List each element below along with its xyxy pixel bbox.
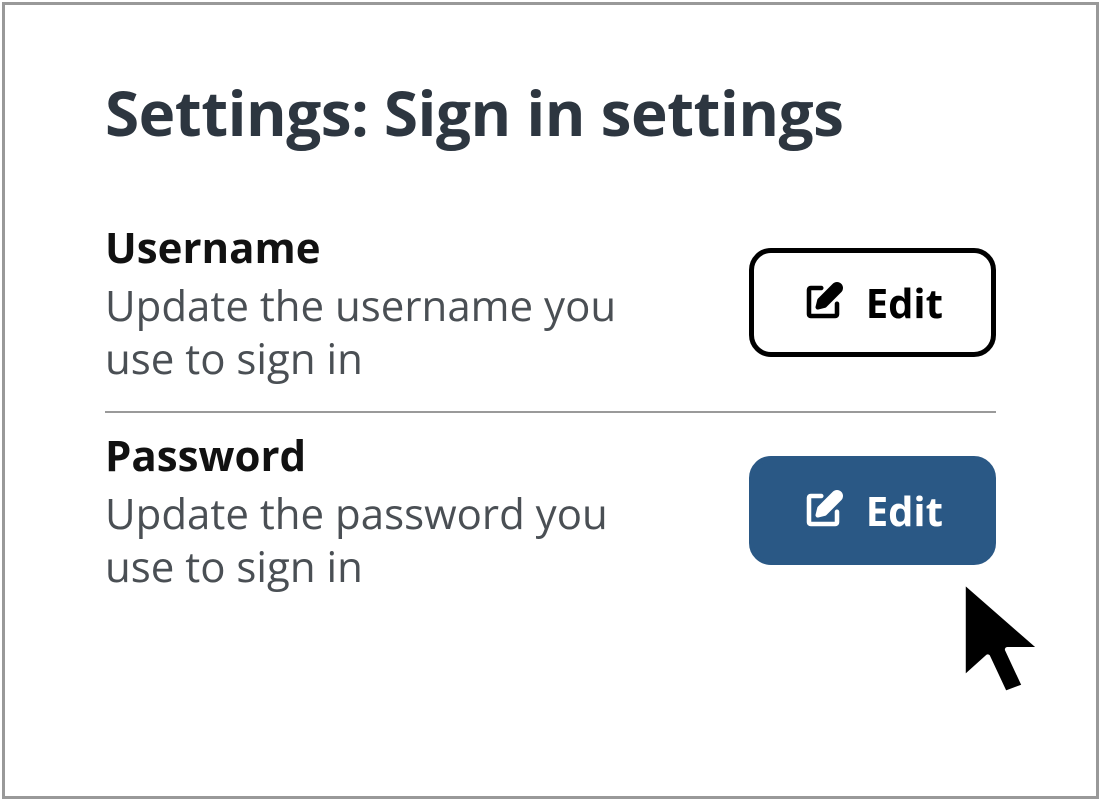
page-title: Settings: Sign in settings	[105, 71, 996, 155]
setting-name-password: Password	[105, 427, 709, 484]
edit-icon	[802, 489, 844, 531]
setting-row-password: Password Update the password you use to …	[105, 413, 996, 619]
setting-text: Username Update the username you use to …	[105, 219, 749, 385]
edit-password-button[interactable]: Edit	[749, 456, 996, 565]
setting-name-username: Username	[105, 219, 709, 276]
settings-panel: Settings: Sign in settings Username Upda…	[2, 2, 1099, 799]
edit-button-label: Edit	[866, 275, 943, 330]
edit-icon	[802, 281, 844, 323]
setting-description-username: Update the username you use to sign in	[105, 280, 625, 385]
setting-text: Password Update the password you use to …	[105, 427, 749, 593]
setting-description-password: Update the password you use to sign in	[105, 488, 625, 593]
setting-row-username: Username Update the username you use to …	[105, 205, 996, 411]
edit-username-button[interactable]: Edit	[749, 248, 996, 357]
edit-button-label: Edit	[866, 483, 943, 538]
